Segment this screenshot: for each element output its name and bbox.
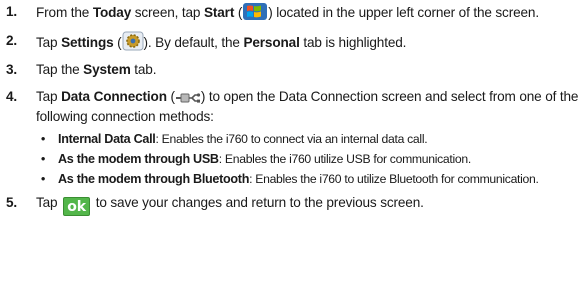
step-5: 5. Tap ok to save your changes and return… bbox=[6, 195, 424, 216]
step-number: 4. bbox=[6, 89, 18, 104]
instruction-document: 1. From the Today screen, tap Start ( ) l… bbox=[4, 2, 587, 216]
usb-plug-icon bbox=[175, 93, 200, 103]
data-connection-term: Data Connection bbox=[61, 89, 167, 104]
step-4: 4. Tap Data Connection ( ) to open the Da… bbox=[6, 89, 579, 124]
system-term: System bbox=[83, 62, 131, 77]
step-1: 1. From the Today screen, tap Start ( ) l… bbox=[6, 3, 539, 20]
windows-start-icon bbox=[243, 3, 268, 20]
ok-button-icon: ok bbox=[63, 197, 91, 216]
list-item: • As the modem through USB: Enables the i… bbox=[41, 152, 471, 166]
step-number: 5. bbox=[6, 195, 18, 210]
connection-methods-list: • Internal Data Call: Enables the i760 to… bbox=[4, 131, 587, 188]
settings-gear-icon bbox=[122, 31, 144, 51]
start-term: Start bbox=[203, 5, 235, 20]
step-number: 1. bbox=[6, 4, 18, 19]
step-3: 3. Tap the System tab. bbox=[4, 60, 587, 80]
step-2: 2. Tap Settings ( ). By default, the Pers… bbox=[6, 31, 407, 51]
settings-term: Settings bbox=[61, 35, 114, 50]
personal-term: Personal bbox=[243, 35, 300, 50]
list-item: • As the modem through Bluetooth: Enables… bbox=[41, 172, 539, 186]
list-item: • Internal Data Call: Enables the i760 to… bbox=[41, 132, 428, 146]
today-term: Today bbox=[92, 5, 132, 20]
step-number: 3. bbox=[6, 62, 18, 77]
step-number: 2. bbox=[6, 33, 18, 48]
